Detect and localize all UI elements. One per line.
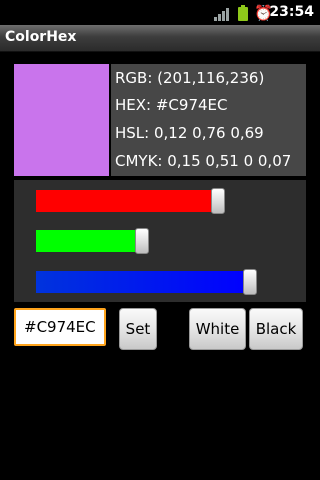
app-title: ColorHex (5, 29, 77, 45)
app-title-bar: ColorHex (0, 25, 320, 52)
green-slider[interactable] (36, 228, 266, 254)
blue-slider-thumb[interactable] (243, 269, 257, 295)
black-button[interactable]: Black (249, 308, 303, 350)
status-bar: ⏰ 23:54 (0, 0, 320, 25)
green-slider-thumb[interactable] (135, 228, 149, 254)
red-slider[interactable] (36, 188, 266, 214)
hex-input[interactable] (14, 308, 106, 346)
rgb-value: RGB: (201,116,236) (115, 69, 265, 87)
set-button[interactable]: Set (119, 308, 157, 350)
blue-slider-fill (36, 271, 249, 293)
clock: 23:54 (269, 4, 314, 20)
rgb-sliders-panel (14, 180, 306, 302)
green-slider-fill (36, 230, 141, 252)
blue-slider[interactable] (36, 269, 266, 295)
hsl-value: HSL: 0,12 0,76 0,69 (115, 124, 264, 142)
cmyk-value: CMYK: 0,15 0,51 0 0,07 (115, 152, 292, 170)
color-swatch (14, 64, 109, 176)
battery-icon (238, 5, 248, 21)
signal-icon (214, 6, 232, 21)
red-slider-thumb[interactable] (211, 188, 225, 214)
color-info-panel: RGB: (201,116,236) HEX: #C974EC HSL: 0,1… (111, 64, 306, 176)
status-icons: ⏰ (214, 4, 273, 22)
white-button[interactable]: White (189, 308, 246, 350)
alarm-icon: ⏰ (254, 4, 273, 22)
red-slider-fill (36, 190, 217, 212)
hex-value: HEX: #C974EC (115, 96, 228, 114)
